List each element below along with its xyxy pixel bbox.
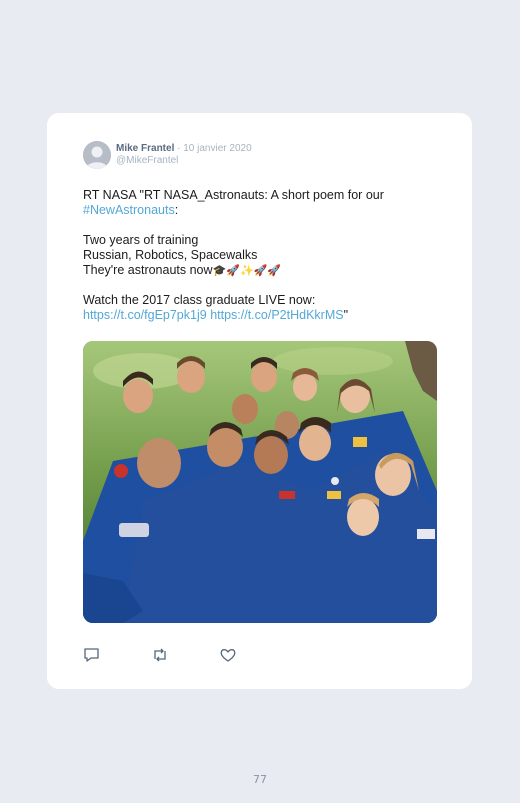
astronaut-group-photo — [83, 341, 437, 623]
tweet-text: RT NASA "RT NASA_Astronauts: A short poe… — [83, 188, 443, 323]
retweet-icon[interactable] — [151, 646, 169, 664]
tweet-link-1[interactable]: https://t.co/fgEp7pk1j9 — [83, 308, 207, 322]
watch-line: Watch the 2017 class graduate LIVE now: — [83, 293, 316, 307]
closing-quote: " — [343, 308, 349, 322]
user-avatar-icon — [83, 141, 111, 169]
page-number: 77 — [253, 773, 267, 786]
tweet-date: · 10 janvier 2020 — [177, 143, 252, 154]
poem-line: Two years of training — [83, 233, 199, 247]
tweet-card: Mike Frantel · 10 janvier 2020 @MikeFran… — [47, 113, 472, 689]
hashtag-link[interactable]: #NewAstronauts — [83, 203, 175, 217]
tweet-links: https://t.co/fgEp7pk1j9 https://t.co/P2t… — [83, 308, 443, 323]
heart-icon[interactable] — [219, 646, 237, 664]
tweet-author: Mike Frantel · 10 janvier 2020 @MikeFran… — [116, 143, 252, 167]
tweet-link-2[interactable]: https://t.co/P2tHdKkrMS — [210, 308, 343, 322]
author-handle[interactable]: @MikeFrantel — [116, 155, 252, 167]
poem-line-text: They're astronauts now — [83, 263, 213, 277]
tweet-intro: RT NASA "RT NASA_Astronauts: A short poe… — [83, 188, 384, 202]
hashtag-colon: : — [174, 203, 179, 217]
avatar[interactable] — [83, 141, 111, 169]
tweet-line: RT NASA "RT NASA_Astronauts: A short poe… — [83, 188, 443, 203]
tweet-line: #NewAstronauts: — [83, 203, 443, 218]
reply-icon[interactable] — [83, 646, 101, 664]
poem-line: Russian, Robotics, Spacewalks — [83, 248, 258, 262]
tweet-photo[interactable] — [83, 341, 437, 623]
author-name[interactable]: Mike Frantel — [116, 143, 174, 154]
poem-emojis: 🎓🚀✨🚀🚀 — [212, 264, 282, 277]
poem-line: They're astronauts now🎓🚀✨🚀🚀 — [83, 263, 443, 278]
